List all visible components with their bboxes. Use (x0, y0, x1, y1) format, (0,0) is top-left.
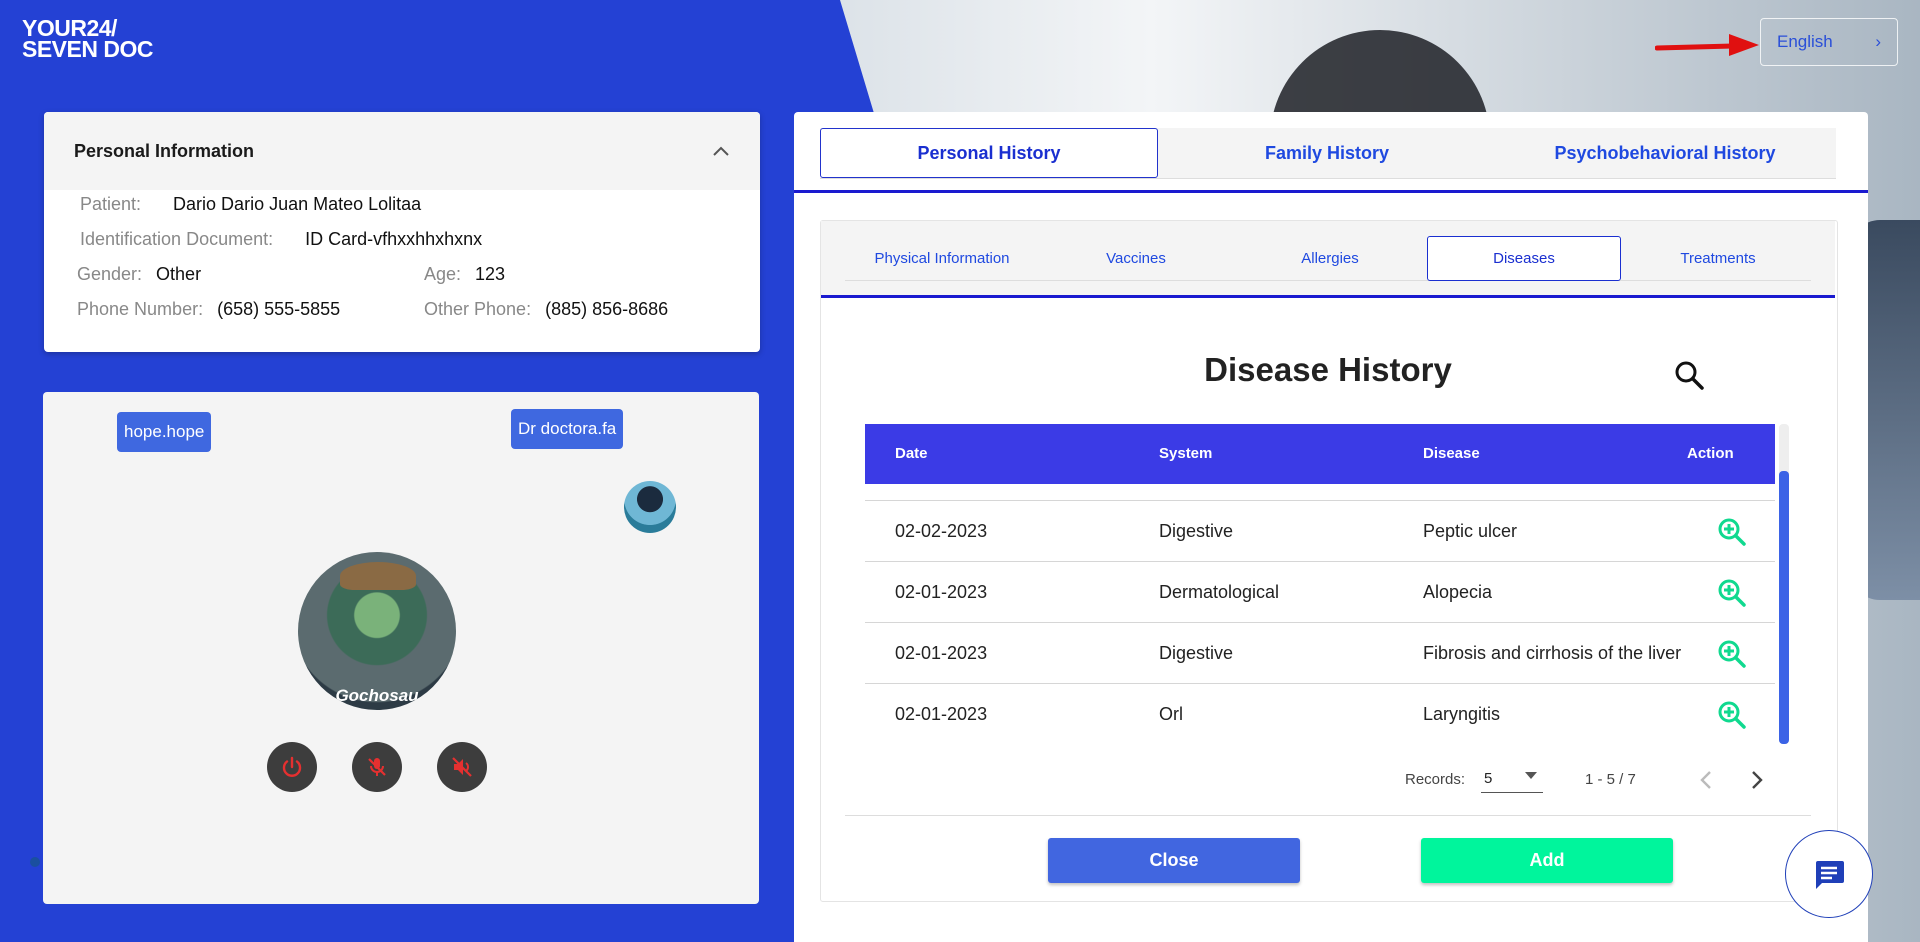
tab-family-history[interactable]: Family History (1158, 128, 1496, 178)
avatar-hat (340, 562, 416, 590)
end-call-button[interactable] (267, 742, 317, 792)
cell-system: Orl (1159, 704, 1183, 724)
sub-tab-bar: Physical Information Vaccines Allergies … (821, 221, 1835, 297)
records-per-page-value: 5 (1484, 770, 1493, 787)
age-value: 123 (475, 264, 506, 284)
personal-info-title: Personal Information (74, 140, 255, 161)
cell-date: 02-01-2023 (895, 582, 988, 602)
age-row: Age: 123 (424, 264, 505, 285)
other-phone-row: Other Phone: (885) 856-8686 (424, 299, 668, 320)
records-label: Records: (1405, 771, 1466, 788)
zoom-in-icon[interactable] (1717, 639, 1747, 669)
main-tab-bar: Personal History Family History Psychobe… (820, 128, 1836, 179)
patient-value: Dario Dario Juan Mateo Lolitaa (173, 194, 422, 214)
chat-icon (1816, 861, 1844, 889)
patient-label: Patient: (80, 194, 142, 214)
cell-system: Digestive (1159, 521, 1234, 541)
cell-disease: Laryngitis (1423, 704, 1501, 724)
video-call-panel: hope.hope Dr doctora.fa Gochosau (43, 392, 759, 904)
other-phone-label: Other Phone: (424, 299, 532, 319)
chevron-right-icon: › (1875, 32, 1881, 51)
zoom-in-icon[interactable] (1717, 517, 1747, 547)
cell-system: Dermatological (1159, 582, 1280, 602)
age-label: Age: (424, 264, 462, 284)
doctor-thumbnail (624, 481, 676, 533)
cell-date: 02-01-2023 (895, 643, 988, 663)
sub-tab-underline (821, 295, 1835, 298)
footer-divider (845, 815, 1811, 816)
brand-logo: YOUR24/ SEVEN DOC (22, 17, 153, 62)
gender-row: Gender: Other (77, 264, 201, 285)
subtab-vaccines[interactable]: Vaccines (1039, 236, 1233, 281)
mute-microphone-button[interactable] (352, 742, 402, 792)
gender-value: Other (156, 264, 202, 284)
chevron-left-icon[interactable] (1697, 769, 1717, 791)
mic-off-icon (368, 758, 386, 776)
cell-date: 02-02-2023 (895, 521, 988, 541)
tab-personal-history[interactable]: Personal History (820, 128, 1158, 178)
column-header-date: Date (895, 445, 928, 462)
chevron-up-icon[interactable] (712, 145, 730, 157)
id-document-value: ID Card-vfhxxhhxhxnx (305, 229, 483, 249)
close-button[interactable]: Close (1048, 838, 1300, 883)
id-document-row: Identification Document: ID Card-vfhxxhhx… (80, 229, 482, 250)
zoom-in-icon[interactable] (1717, 578, 1747, 608)
phone-value: (658) 555-5855 (217, 299, 341, 319)
chevron-right-icon[interactable] (1747, 769, 1767, 791)
column-header-system: System (1159, 445, 1213, 462)
language-label: English (1777, 32, 1833, 51)
phone-row: Phone Number: (658) 555-5855 (77, 299, 340, 320)
chat-button[interactable] (1785, 830, 1873, 918)
dropdown-arrow-icon (1525, 772, 1537, 779)
subtab-treatments[interactable]: Treatments (1621, 236, 1815, 281)
disease-table: Date System Disease Action 02-02-2023 Di… (865, 424, 1775, 744)
id-document-label: Identification Document: (80, 229, 274, 249)
red-arrow-annotation (1655, 34, 1759, 56)
cell-disease: Alopecia (1423, 582, 1493, 602)
add-button[interactable]: Add (1421, 838, 1673, 883)
cell-disease: Fibrosis and cirrhosis of the liver (1423, 643, 1682, 663)
subtab-physical-information[interactable]: Physical Information (845, 236, 1039, 281)
table-row: 02-02-2023 Digestive Peptic ulcer (865, 500, 1775, 561)
status-dot (30, 857, 40, 867)
power-icon (282, 756, 302, 777)
subtab-allergies[interactable]: Allergies (1233, 236, 1427, 281)
brand-logo-line2: SEVEN DOC (22, 36, 153, 62)
disease-section: Physical Information Vaccines Allergies … (820, 220, 1838, 902)
volume-off-icon (452, 757, 472, 777)
table-row: 02-01-2023 Digestive Fibrosis and cirrho… (865, 622, 1775, 683)
phone-label: Phone Number: (77, 299, 204, 319)
other-phone-value: (885) 856-8686 (545, 299, 669, 319)
participant-tag-doctor: Dr doctora.fa (511, 409, 624, 449)
personal-info-header[interactable]: Personal Information (44, 112, 760, 190)
cell-system: Digestive (1159, 643, 1234, 663)
cell-disease: Peptic ulcer (1423, 521, 1518, 541)
table-header: Date System Disease Action (865, 424, 1775, 484)
table-row: 02-01-2023 Orl Laryngitis (865, 683, 1775, 744)
column-header-disease: Disease (1423, 445, 1480, 462)
tab-psychobehavioral-history[interactable]: Psychobehavioral History (1496, 128, 1834, 178)
gender-label: Gender: (77, 264, 143, 284)
participant-tag-patient: hope.hope (117, 412, 212, 452)
mute-speaker-button[interactable] (437, 742, 487, 792)
avatar: Gochosau (298, 552, 456, 710)
patient-row: Patient: Dario Dario Juan Mateo Lolitaa (80, 194, 421, 215)
table-row: 02-01-2023 Dermatological Alopecia (865, 561, 1775, 622)
history-panel: Personal History Family History Psychobe… (794, 112, 1868, 942)
table-scrollbar-thumb[interactable] (1779, 471, 1789, 744)
search-icon[interactable] (1673, 359, 1705, 391)
records-per-page-select[interactable]: 5 (1481, 770, 1543, 793)
language-selector[interactable]: English › (1760, 18, 1898, 66)
zoom-in-icon[interactable] (1717, 700, 1747, 730)
cell-date: 02-01-2023 (895, 704, 988, 724)
personal-info-card: Personal Information Patient: Dario Dario… (44, 112, 760, 352)
column-header-action: Action (1687, 445, 1734, 462)
avatar-caption: Gochosau (335, 686, 419, 705)
pagination-range: 1 - 5 / 7 (1585, 771, 1636, 788)
tab-underline (794, 190, 1868, 193)
subtab-diseases[interactable]: Diseases (1427, 236, 1621, 281)
